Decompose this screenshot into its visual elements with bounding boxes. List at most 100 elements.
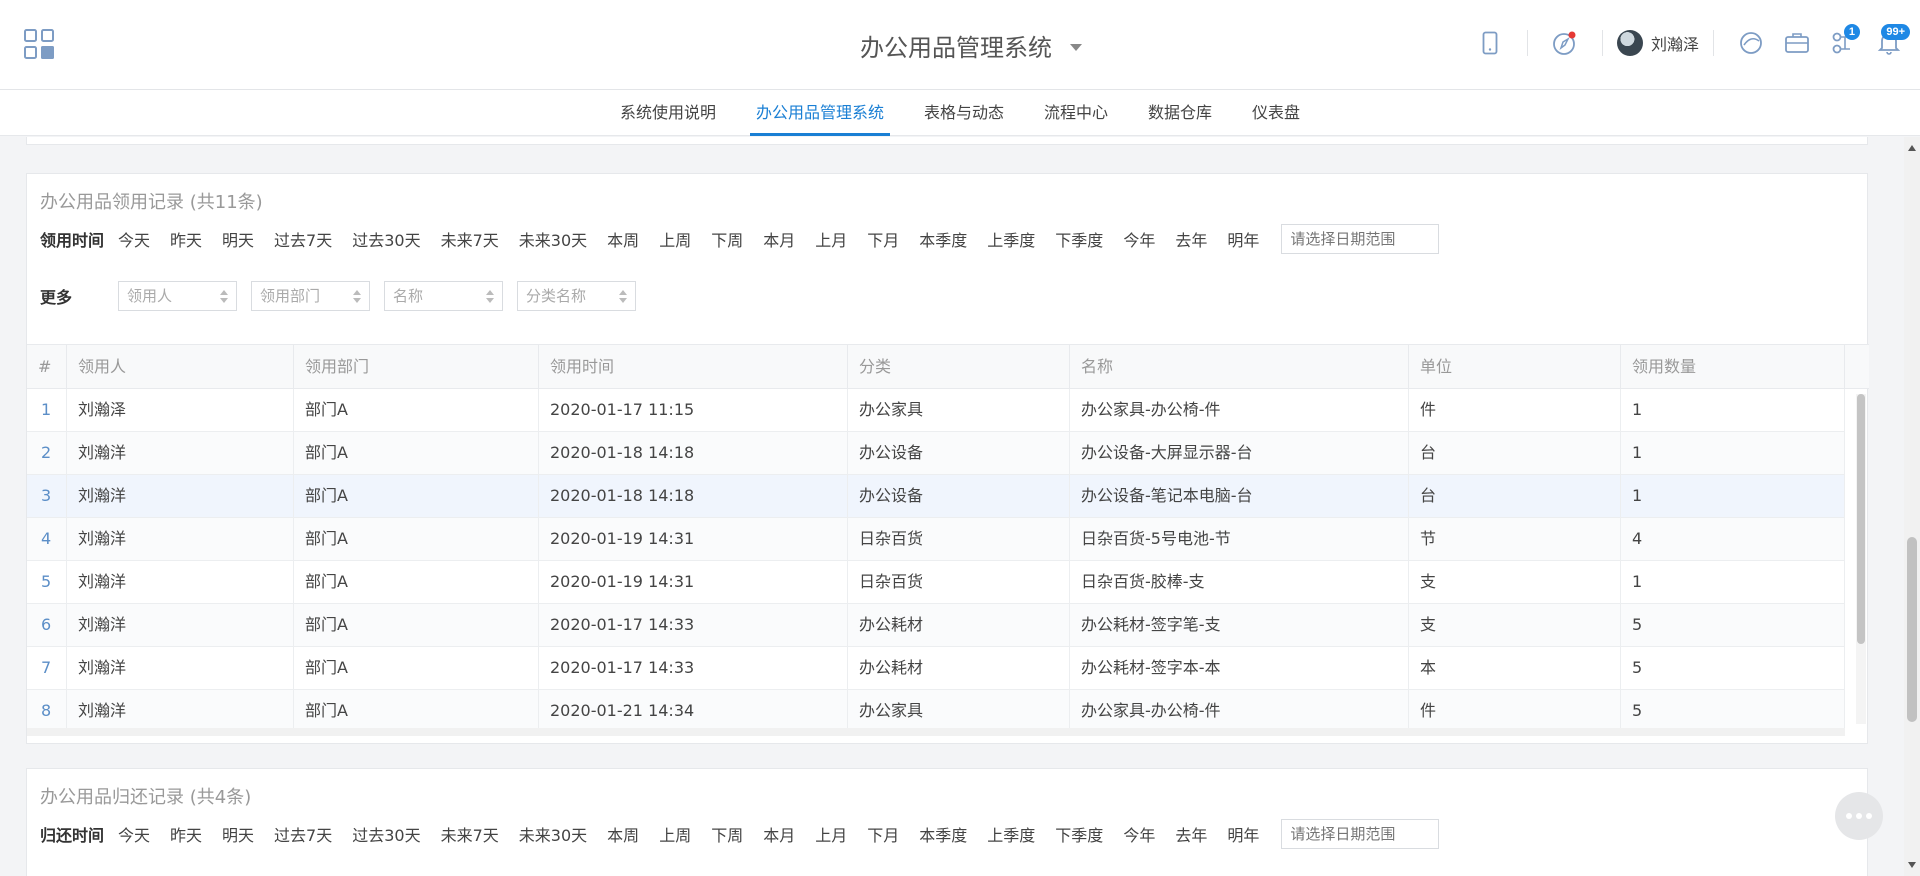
- category-select[interactable]: 分类名称: [517, 281, 636, 311]
- column-header-department[interactable]: 领用部门: [294, 345, 539, 388]
- cell-quantity: 1: [1621, 475, 1845, 517]
- compass-button[interactable]: [1542, 26, 1588, 60]
- quick-filter-1[interactable]: 昨天: [170, 227, 202, 251]
- column-header-item-name[interactable]: 名称: [1070, 345, 1409, 388]
- cell-department: 部门A: [294, 690, 539, 732]
- quick-filter-12[interactable]: 下月: [867, 227, 899, 251]
- quick-filter-5[interactable]: 未来7天: [441, 227, 499, 251]
- tab-office-supplies[interactable]: 办公用品管理系统: [749, 90, 891, 136]
- quick-filter-8[interactable]: 上周: [659, 822, 691, 846]
- avatar: [1616, 30, 1643, 56]
- quick-filter-18[interactable]: 明年: [1227, 227, 1259, 251]
- quick-filter-1[interactable]: 昨天: [170, 822, 202, 846]
- cell-index: 4: [27, 518, 67, 560]
- quick-filter-16[interactable]: 今年: [1123, 227, 1155, 251]
- dot-icon: [1856, 813, 1862, 819]
- quick-filter-5[interactable]: 未来7天: [441, 822, 499, 846]
- tab-forms[interactable]: 表格与动态: [918, 90, 1010, 136]
- app-switcher[interactable]: 办公用品管理系统: [860, 28, 1082, 62]
- table-row[interactable]: 5 刘瀚洋 部门A 2020-01-19 14:31 日杂百货 日杂百货-胶棒-支支 1: [27, 561, 1845, 604]
- date-range-input[interactable]: [1281, 819, 1440, 849]
- quick-filter-14[interactable]: 上季度: [987, 822, 1035, 846]
- quick-filter-2[interactable]: 明天: [222, 227, 254, 251]
- quick-filter-11[interactable]: 上月: [815, 822, 847, 846]
- borrower-select[interactable]: 领用人: [118, 281, 237, 311]
- column-header-category[interactable]: 分类: [848, 345, 1070, 388]
- scrollbar-thumb[interactable]: [1907, 537, 1917, 722]
- notifications-button[interactable]: 99+: [1866, 24, 1912, 60]
- tab-workflow[interactable]: 流程中心: [1038, 90, 1114, 136]
- quick-filter-16[interactable]: 今年: [1123, 822, 1155, 846]
- card-title: 办公用品归还记录 (共4条): [40, 787, 252, 808]
- scroll-down-icon[interactable]: [1908, 862, 1916, 868]
- date-range-input[interactable]: [1281, 224, 1440, 254]
- department-select[interactable]: 领用部门: [251, 281, 370, 311]
- quick-filter-17[interactable]: 去年: [1175, 227, 1207, 251]
- quick-filter-3[interactable]: 过去7天: [274, 227, 332, 251]
- table-vertical-scrollbar[interactable]: [1856, 394, 1866, 724]
- quick-filter-14[interactable]: 上季度: [987, 227, 1035, 251]
- quick-filter-8[interactable]: 上周: [659, 227, 691, 251]
- quick-filter-15[interactable]: 下季度: [1055, 227, 1103, 251]
- quick-filter-18[interactable]: 明年: [1227, 822, 1259, 846]
- notifications-badge: 99+: [1881, 24, 1910, 40]
- scrollbar-thumb[interactable]: [1857, 394, 1865, 644]
- quick-filter-0[interactable]: 今天: [118, 227, 150, 251]
- table-row[interactable]: 7 刘瀚洋 部门A 2020-01-17 14:33 办公耗材 办公耗材-签字本-本本 5: [27, 647, 1845, 690]
- quick-filter-10[interactable]: 本月: [763, 227, 795, 251]
- tasks-badge: 1: [1843, 24, 1860, 40]
- borrow-records-table: # 领用人 领用部门 领用时间 分类 名称 单位 领用数量 1 刘瀚泽 部门A 2020-01-17…: [27, 344, 1869, 736]
- briefcase-button[interactable]: [1774, 26, 1820, 60]
- quick-filter-6[interactable]: 未来30天: [519, 227, 587, 251]
- table-row[interactable]: 3 刘瀚洋 部门A 2020-01-18 14:18 办公设备 办公设备-笔记本电脑-台台…: [27, 475, 1845, 518]
- cell-borrow-time: 2020-01-19 14:31: [539, 561, 848, 603]
- tab-guide[interactable]: 系统使用说明: [614, 90, 722, 136]
- cell-index: 1: [27, 389, 67, 431]
- quick-filter-11[interactable]: 上月: [815, 227, 847, 251]
- user-menu[interactable]: 刘瀚泽: [1616, 30, 1699, 56]
- tab-data-warehouse[interactable]: 数据仓库: [1142, 90, 1218, 136]
- quick-filter-13[interactable]: 本季度: [919, 227, 967, 251]
- quick-filter-4[interactable]: 过去30天: [352, 227, 420, 251]
- quick-filter-7[interactable]: 本周: [607, 822, 639, 846]
- quick-filter-12[interactable]: 下月: [867, 822, 899, 846]
- column-header-index[interactable]: #: [27, 345, 67, 388]
- mobile-button[interactable]: [1467, 26, 1513, 60]
- quick-filter-0[interactable]: 今天: [118, 822, 150, 846]
- cell-borrower: 刘瀚泽: [67, 389, 294, 431]
- more-actions-button[interactable]: [1835, 792, 1883, 840]
- table-row[interactable]: 2 刘瀚洋 部门A 2020-01-18 14:18 办公设备 办公设备-大屏显示器-台台…: [27, 432, 1845, 475]
- chat-button[interactable]: [1728, 26, 1774, 60]
- quick-filter-15[interactable]: 下季度: [1055, 822, 1103, 846]
- table-row[interactable]: 4 刘瀚洋 部门A 2020-01-19 14:31 日杂百货 日杂百货-5号电池-节节 4: [27, 518, 1845, 561]
- cell-quantity: 5: [1621, 690, 1845, 732]
- quick-filter-13[interactable]: 本季度: [919, 822, 967, 846]
- column-header-borrow-time[interactable]: 领用时间: [539, 345, 848, 388]
- quick-filter-7[interactable]: 本周: [607, 227, 639, 251]
- table-row[interactable]: 1 刘瀚泽 部门A 2020-01-17 11:15 办公家具 办公家具-办公椅-件件 1: [27, 389, 1845, 432]
- table-row[interactable]: 6 刘瀚洋 部门A 2020-01-17 14:33 办公耗材 办公耗材-签字笔-支支 5: [27, 604, 1845, 647]
- app-grid-icon[interactable]: [24, 29, 54, 59]
- quick-filter-10[interactable]: 本月: [763, 822, 795, 846]
- select-placeholder: 名称: [393, 287, 424, 305]
- cell-borrow-time: 2020-01-21 14:34: [539, 690, 848, 732]
- column-header-borrower[interactable]: 领用人: [67, 345, 294, 388]
- table-row[interactable]: 8 刘瀚洋 部门A 2020-01-21 14:34 办公家具 办公家具-办公椅-件件 5: [27, 690, 1845, 733]
- mobile-icon: [1482, 31, 1498, 55]
- quick-filter-9[interactable]: 下周: [711, 227, 743, 251]
- quick-filter-2[interactable]: 明天: [222, 822, 254, 846]
- page-scrollbar[interactable]: [1904, 137, 1920, 876]
- quick-filter-6[interactable]: 未来30天: [519, 822, 587, 846]
- column-header-unit[interactable]: 单位: [1409, 345, 1621, 388]
- tab-dashboard[interactable]: 仪表盘: [1246, 90, 1306, 136]
- scroll-up-icon[interactable]: [1908, 145, 1916, 151]
- filter-label: 领用时间: [40, 231, 105, 250]
- table-horizontal-scrollbar[interactable]: [27, 728, 1845, 736]
- column-header-quantity[interactable]: 领用数量: [1621, 345, 1845, 388]
- quick-filter-9[interactable]: 下周: [711, 822, 743, 846]
- name-select[interactable]: 名称: [384, 281, 503, 311]
- tasks-button[interactable]: 1: [1820, 24, 1866, 60]
- quick-filter-4[interactable]: 过去30天: [352, 822, 420, 846]
- quick-filter-3[interactable]: 过去7天: [274, 822, 332, 846]
- quick-filter-17[interactable]: 去年: [1175, 822, 1207, 846]
